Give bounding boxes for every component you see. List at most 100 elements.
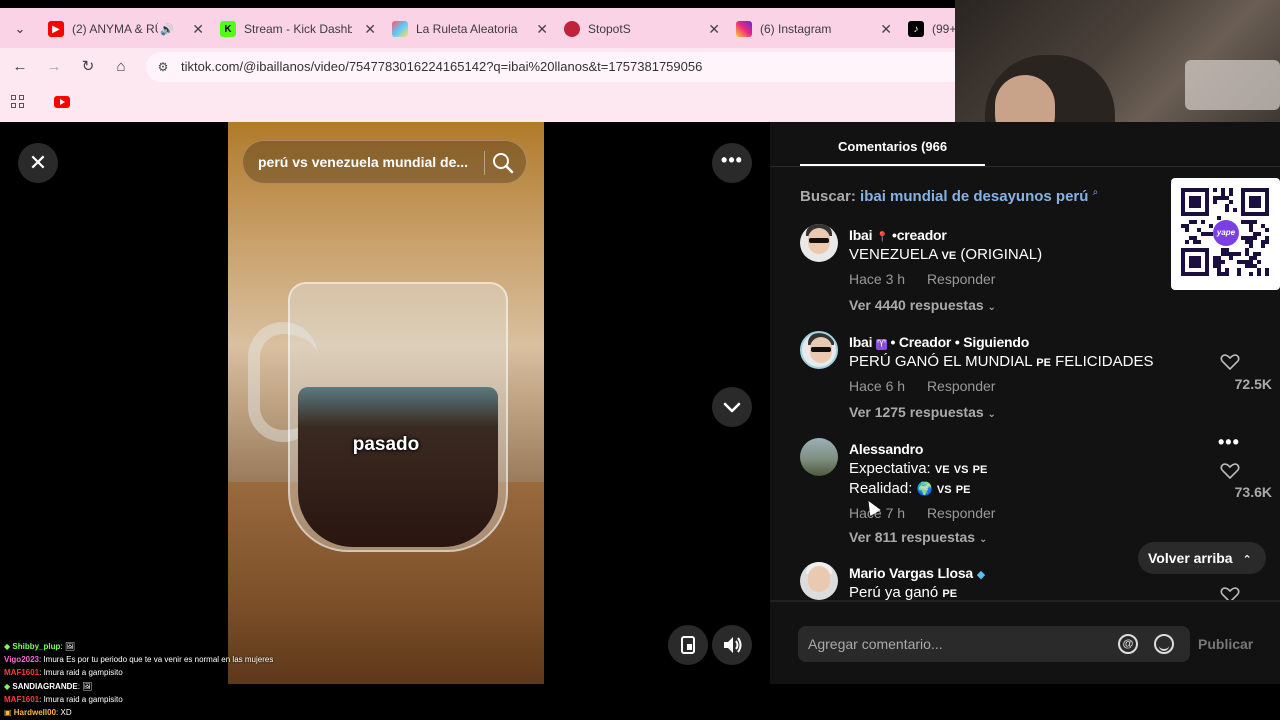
tab-close-icon[interactable]: ✕ — [364, 21, 376, 38]
qr-module — [1249, 272, 1253, 276]
comment-item: Alessandro Expectativa: VE VS PE Realida… — [800, 432, 1272, 548]
comment-author[interactable]: Ibai 📍 •creador — [849, 227, 947, 243]
comments-footer-divider — [770, 600, 1280, 602]
search-query-link[interactable]: ibai mundial de desayunos perú — [860, 188, 1088, 205]
close-icon[interactable]: ✕ — [18, 143, 58, 183]
mug-coffee — [298, 387, 498, 547]
tab-youtube[interactable]: ▶ (2) ANYMA & RÜFÜS 🔊 ✕ — [38, 12, 210, 46]
avatar[interactable] — [800, 224, 838, 262]
next-video-button[interactable] — [712, 387, 752, 427]
chat-text: : 🖼 — [77, 682, 93, 691]
qr-module — [1225, 272, 1229, 276]
tab-kick[interactable]: K Stream - Kick Dashbo ✕ — [210, 12, 382, 46]
comment-author[interactable]: Alessandro — [849, 441, 923, 457]
url-bar[interactable]: ⚙ tiktok.com/@ibaillanos/video/754778301… — [146, 52, 955, 82]
heart-icon[interactable] — [1220, 462, 1240, 480]
comment-text-tail: FELICIDADES — [1055, 353, 1154, 370]
youtube-bookmark-icon[interactable] — [54, 96, 70, 108]
emoji-icon[interactable] — [1154, 634, 1174, 654]
video-player[interactable]: pasado perú vs venezuela mundial de... — [228, 122, 544, 684]
mini-player-button[interactable] — [668, 625, 708, 665]
qr-module — [1185, 228, 1189, 232]
comment-search[interactable]: Buscar: ibai mundial de desayunos perú ⌕ — [800, 187, 1098, 205]
volume-button[interactable] — [712, 625, 752, 665]
chat-message: MAF1601: Imura raid a gampisito — [4, 695, 123, 704]
more-options-icon[interactable]: ••• — [712, 143, 752, 183]
heart-icon[interactable] — [1220, 353, 1240, 371]
chat-user: MAF1601 — [4, 668, 40, 677]
comment-author[interactable]: Ibai ♈ • Creador • Siguiendo — [849, 334, 1029, 350]
bookmarks-bar — [0, 86, 955, 122]
home-icon[interactable]: ⌂ — [110, 56, 132, 78]
tab-close-icon[interactable]: ✕ — [536, 21, 548, 38]
reply-button[interactable]: Responder — [927, 378, 996, 394]
stream-chat-overlay: ◆ Shibby_plup: 🖼 Vigo2023: Imura Es por … — [0, 638, 300, 720]
back-to-top-label: Volver arriba — [1148, 550, 1233, 566]
chevron-down-icon — [723, 402, 741, 413]
chat-text: : Imura raid a gampisito — [39, 668, 123, 677]
qr-module — [1237, 272, 1241, 276]
comment-text: PERÚ GANÓ EL MUNDIAL PE FELICIDADES — [849, 353, 1153, 370]
tab-stopots[interactable]: StopotS ✕ — [554, 12, 726, 46]
back-to-top-button[interactable]: Volver arriba ⌃ — [1138, 542, 1266, 574]
qr-module — [1253, 236, 1257, 240]
comments-tab[interactable]: Comentarios (966 — [838, 139, 947, 154]
chat-user: MAF1601 — [4, 695, 40, 704]
qr-module — [1217, 216, 1221, 220]
comment-meta: Hace 6 h Responder — [849, 378, 995, 394]
comment-time: Hace 6 h — [849, 378, 906, 394]
publish-button[interactable]: Publicar — [1198, 636, 1253, 652]
comment-author[interactable]: Mario Vargas Llosa ◆ — [849, 565, 985, 581]
forward-arrow-icon[interactable]: → — [43, 56, 65, 78]
chat-text: : Imura raid a gampisito — [39, 695, 123, 704]
add-comment-input[interactable]: Agregar comentario... @ — [798, 626, 1190, 662]
search-icon[interactable] — [491, 151, 515, 175]
browser-tabbar: ⌄ ▶ (2) ANYMA & RÜFÜS 🔊 ✕ K Stream - Kic… — [0, 8, 955, 48]
double-chevron-up-icon: ⌃ — [1242, 554, 1252, 566]
comment-text-line1: Expectativa: VE VS PE — [849, 460, 987, 477]
avatar[interactable] — [800, 331, 838, 369]
apps-grid-icon[interactable] — [11, 95, 26, 110]
chat-text: : XD — [56, 708, 72, 717]
flag-pe-icon: PE — [955, 484, 971, 496]
reply-button[interactable]: Responder — [927, 505, 996, 521]
avatar[interactable] — [800, 438, 838, 476]
chat-text: : 🖼 — [60, 642, 75, 651]
search-label: Buscar: — [800, 188, 856, 205]
site-settings-icon[interactable]: ⚙ — [154, 58, 172, 76]
qr-module — [1257, 252, 1261, 256]
chat-message: ◆ SANDIAGRANDE: 🖼 — [4, 682, 92, 691]
view-replies-button[interactable]: Ver 4440 respuestas ⌄ — [849, 297, 996, 313]
url-text[interactable]: tiktok.com/@ibaillanos/video/75477830162… — [181, 59, 702, 74]
yape-logo: yape — [1213, 220, 1239, 246]
back-arrow-icon[interactable]: ← — [9, 56, 31, 78]
author-name: Ibai — [849, 334, 873, 350]
view-replies-button[interactable]: Ver 811 respuestas ⌄ — [849, 529, 987, 545]
view-replies-button[interactable]: Ver 1275 respuestas ⌄ — [849, 404, 996, 420]
pin-icon: 📍 — [876, 232, 889, 243]
address-bar-row: ← → ↻ ⌂ ⚙ tiktok.com/@ibaillanos/video/7… — [0, 48, 955, 86]
tab-close-icon[interactable]: ✕ — [708, 21, 720, 38]
youtube-favicon-icon: ▶ — [48, 21, 64, 37]
tab-instagram[interactable]: (6) Instagram ✕ — [726, 12, 898, 46]
tab-close-icon[interactable]: ✕ — [192, 21, 204, 38]
search-divider — [484, 151, 485, 175]
tab-tiktok[interactable]: ♪ (99+ — [898, 12, 955, 46]
speaker-icon[interactable]: 🔊 — [160, 23, 174, 36]
tab-ruleta[interactable]: La Ruleta Aleatoria ✕ — [382, 12, 554, 46]
like-count: 72.5K — [1234, 376, 1272, 392]
reply-button[interactable]: Responder — [927, 271, 996, 287]
video-search-bar[interactable]: perú vs venezuela mundial de... — [242, 140, 527, 184]
reload-icon[interactable]: ↻ — [77, 56, 99, 78]
avatar[interactable] — [800, 562, 838, 600]
comment-more-icon[interactable]: ••• — [1218, 432, 1240, 453]
tab-close-icon[interactable]: ✕ — [880, 21, 892, 38]
comment-label: Realidad: — [849, 480, 913, 497]
qr-module — [1265, 228, 1269, 232]
video-search-text[interactable]: perú vs venezuela mundial de... — [258, 154, 483, 170]
avatar-head — [808, 566, 830, 592]
chevron-down-icon: ⌄ — [987, 302, 996, 313]
top-strip — [0, 0, 955, 8]
tab-search-dropdown-icon[interactable]: ⌄ — [8, 18, 32, 40]
mention-icon[interactable]: @ — [1118, 634, 1138, 654]
